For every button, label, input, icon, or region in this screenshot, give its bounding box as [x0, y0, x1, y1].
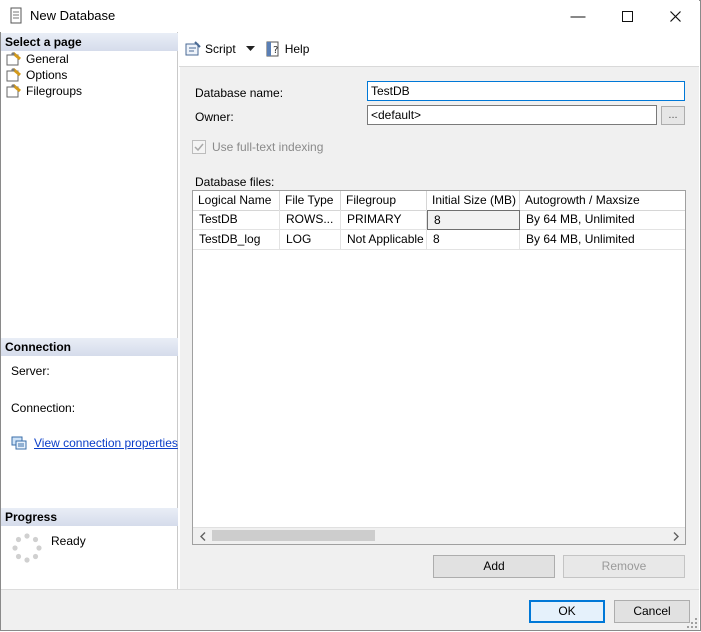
page-item-label: General	[26, 52, 69, 66]
wrench-page-icon	[6, 52, 21, 66]
cell-autogrowth[interactable]: By 64 MB, Unlimited	[520, 210, 685, 230]
page-item-label: Options	[26, 68, 68, 82]
page-item-filegroups[interactable]: Filegroups	[6, 83, 82, 99]
left-pane	[1, 32, 178, 589]
wrench-page-icon	[6, 68, 21, 82]
maximize-icon	[621, 10, 633, 22]
connection-header: Connection	[1, 338, 178, 356]
column-header-file-type[interactable]: File Type	[280, 191, 341, 211]
chevron-right-icon	[673, 531, 679, 541]
cell-file-type[interactable]: ROWS...	[280, 210, 341, 230]
page-item-general[interactable]: General	[6, 51, 69, 67]
server-label: Server:	[11, 364, 50, 378]
cancel-button[interactable]: Cancel	[614, 600, 690, 623]
database-icon	[10, 7, 22, 24]
minimize-icon: —	[570, 7, 586, 25]
help-label: Help	[284, 42, 310, 56]
progress-status: Ready	[51, 534, 86, 548]
fulltext-indexing-label: Use full-text indexing	[212, 140, 324, 154]
cell-initial-size[interactable]: 8	[427, 230, 520, 250]
scroll-left-button[interactable]	[195, 528, 211, 544]
cell-initial-size[interactable]: 8	[427, 210, 520, 230]
progress-header: Progress	[1, 508, 178, 526]
connection-properties-icon	[11, 436, 27, 450]
owner-label: Owner:	[195, 110, 234, 124]
progress-spinner-icon	[11, 532, 43, 564]
owner-browse-button[interactable]: ...	[661, 106, 685, 125]
script-icon	[185, 41, 201, 56]
toolbar: Script ? Help	[182, 36, 697, 62]
database-name-input[interactable]: TestDB	[367, 81, 685, 101]
close-icon	[669, 10, 681, 22]
view-connection-properties-link[interactable]: View connection properties	[34, 436, 178, 450]
chevron-down-icon	[245, 46, 255, 51]
script-dropdown-button[interactable]	[245, 44, 256, 54]
database-name-label: Database name:	[195, 86, 284, 100]
cell-filegroup[interactable]: Not Applicable	[341, 230, 427, 250]
resize-grip-icon[interactable]	[686, 617, 698, 629]
column-header-filegroup[interactable]: Filegroup	[341, 191, 427, 211]
column-header-autogrowth[interactable]: Autogrowth / Maxsize	[520, 191, 685, 211]
cell-logical-name[interactable]: TestDB	[193, 210, 280, 230]
column-header-initial-size[interactable]: Initial Size (MB)	[427, 191, 520, 211]
help-button[interactable]: ? Help	[262, 39, 313, 59]
checkmark-icon	[194, 143, 204, 152]
title-bar: New Database —	[0, 0, 699, 32]
svg-text:?: ?	[273, 45, 278, 56]
column-header-logical-name[interactable]: Logical Name	[193, 191, 280, 211]
cell-file-type[interactable]: LOG	[280, 230, 341, 250]
cell-logical-name[interactable]: TestDB_log	[193, 230, 280, 250]
script-label: Script	[205, 42, 236, 56]
scroll-right-button[interactable]	[668, 528, 684, 544]
view-connection-properties[interactable]: View connection properties	[11, 436, 178, 450]
help-icon: ?	[266, 41, 279, 57]
minimize-button[interactable]: —	[555, 0, 601, 32]
grid-header-row: Logical Name File Type Filegroup Initial…	[193, 191, 685, 211]
page-item-options[interactable]: Options	[6, 67, 67, 83]
window-title: New Database	[30, 8, 116, 23]
page-item-label: Filegroups	[26, 84, 83, 98]
table-row[interactable]: TestDB_log LOG Not Applicable 8 By 64 MB…	[193, 230, 685, 250]
table-row[interactable]: TestDB ROWS... PRIMARY 8 By 64 MB, Unlim…	[193, 210, 685, 230]
select-page-header: Select a page	[1, 33, 178, 51]
fulltext-indexing-checkbox[interactable]	[192, 140, 206, 154]
database-files-label: Database files:	[195, 175, 275, 189]
database-files-grid: Logical Name File Type Filegroup Initial…	[192, 190, 686, 545]
cell-autogrowth[interactable]: By 64 MB, Unlimited	[520, 230, 685, 250]
wrench-page-icon	[6, 84, 21, 98]
chevron-left-icon	[200, 531, 206, 541]
scrollbar-thumb[interactable]	[212, 530, 375, 541]
remove-file-button[interactable]: Remove	[563, 555, 685, 578]
add-file-button[interactable]: Add	[433, 555, 555, 578]
cell-filegroup[interactable]: PRIMARY	[341, 210, 427, 230]
connection-label: Connection:	[11, 401, 76, 415]
script-button[interactable]: Script	[182, 39, 239, 59]
maximize-button[interactable]	[604, 0, 650, 32]
close-button[interactable]	[652, 0, 698, 32]
owner-input[interactable]: <default>	[367, 105, 657, 125]
ok-button[interactable]: OK	[529, 600, 605, 623]
fulltext-indexing-option: Use full-text indexing	[192, 140, 323, 154]
